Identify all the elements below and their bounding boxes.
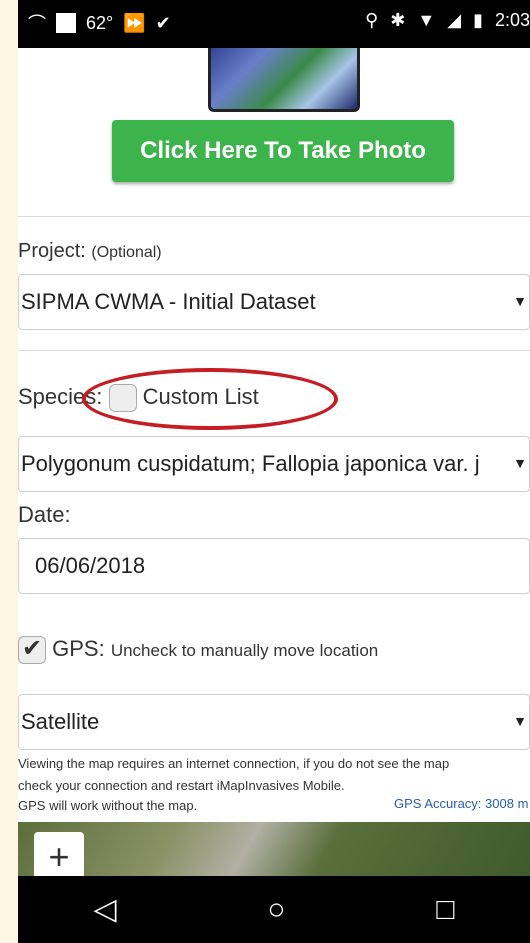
project-label: Project: (Optional): [18, 240, 162, 262]
gps-accuracy: GPS Accuracy: 3008 m: [394, 796, 529, 811]
date-label: Date:: [18, 502, 71, 527]
take-photo-button[interactable]: Click Here To Take Photo: [112, 120, 454, 182]
map-type-select[interactable]: Satellite ▼: [18, 694, 530, 750]
chevron-down-icon: ▼: [513, 293, 527, 309]
date-input[interactable]: 06/06/2018: [18, 538, 530, 594]
gps-label: GPS: Uncheck to manually move location: [18, 634, 378, 665]
wifi-icon: ▼: [417, 10, 436, 30]
recents-icon[interactable]: □: [436, 893, 454, 927]
species-label: Species: Custom List: [18, 384, 259, 413]
back-icon[interactable]: ◁: [93, 892, 116, 927]
check-icon: ✔: [155, 12, 171, 33]
notification-icon: [56, 13, 76, 33]
status-bar: ⌒ 62° ⏩ ✔ ⚲ ✱ ▼ ◢ ▮ 2:03: [18, 0, 530, 48]
signal-icon: ◢: [447, 10, 462, 30]
gps-checkbox[interactable]: [18, 634, 46, 665]
zoom-in-button[interactable]: +: [34, 832, 84, 876]
app-screen: Click Here To Take Photo Project: (Optio…: [18, 48, 530, 876]
photo-thumbnail[interactable]: [208, 48, 360, 112]
help-text-3: GPS will work without the map.: [18, 798, 198, 813]
chevron-down-icon: ▼: [513, 713, 527, 729]
species-select[interactable]: Polygonum cuspidatum; Fallopia japonica …: [18, 436, 530, 492]
bluetooth-icon: ✱: [390, 10, 406, 30]
temperature: 62°: [86, 12, 114, 33]
home-icon[interactable]: ○: [267, 893, 285, 927]
forward-icon: ⏩: [123, 12, 146, 33]
chevron-down-icon: ▼: [513, 455, 527, 471]
cast-icon: ⌒: [28, 14, 46, 34]
phone-frame: ⌒ 62° ⏩ ✔ ⚲ ✱ ▼ ◢ ▮ 2:03 Click Here To T…: [18, 0, 530, 943]
battery-icon: ▮: [473, 10, 483, 30]
custom-list-checkbox[interactable]: [108, 384, 137, 413]
help-text-2: check your connection and restart iMapIn…: [18, 778, 345, 793]
divider: [18, 350, 530, 351]
project-select[interactable]: SIPMA CWMA - Initial Dataset ▼: [18, 274, 530, 330]
android-nav-bar: ◁ ○ □: [18, 876, 530, 943]
help-text-1: Viewing the map requires an internet con…: [18, 756, 450, 771]
divider: [18, 216, 530, 217]
clock: 2:03: [494, 10, 530, 30]
location-icon: ⚲: [365, 10, 379, 30]
satellite-map[interactable]: +: [18, 822, 530, 876]
